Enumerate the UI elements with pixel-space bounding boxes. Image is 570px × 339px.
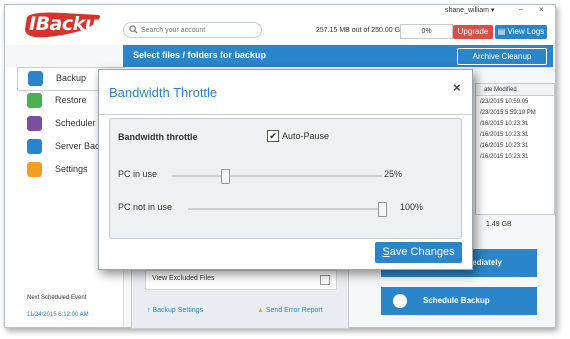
schedule-icon <box>393 294 407 308</box>
sidebar-item-label: Restore <box>55 95 87 105</box>
server-icon <box>27 139 42 154</box>
throttle-heading: Bandwidth throttle <box>118 132 198 142</box>
search-input[interactable] <box>141 23 256 37</box>
table-row[interactable]: /16/2015 10:23:31 <box>476 152 554 163</box>
backup-cloud-icon <box>28 71 43 86</box>
save-changes-button[interactable]: Save Changes <box>375 242 462 263</box>
view-logs-button[interactable]: ▤ View Logs <box>495 25 547 39</box>
pc-in-use-slider-thumb[interactable] <box>220 169 230 184</box>
backup-settings-link[interactable]: ↑ Backup Settings <box>147 307 203 314</box>
arrow-up-icon: ↑ <box>147 307 151 314</box>
clock-icon <box>27 116 42 131</box>
view-logs-label: View Logs <box>507 27 545 36</box>
sidebar-item-label: Settings <box>55 164 88 174</box>
minimize-button[interactable]: – <box>519 5 523 14</box>
bandwidth-throttle-dialog: Bandwidth Throttle × Bandwidth throttle … <box>98 69 473 270</box>
search-field[interactable] <box>123 22 262 38</box>
sidebar-item-label: Backup <box>56 73 87 83</box>
logs-icon: ▤ <box>497 27 506 36</box>
save-label-rest: ave Changes <box>389 246 455 258</box>
pc-not-in-use-slider-thumb[interactable] <box>378 202 387 217</box>
storage-progress: 0% <box>400 24 453 39</box>
table-row[interactable]: /16/2015 10:23:31 <box>476 141 554 152</box>
schedule-backup-button[interactable]: Schedule Backup <box>381 287 537 315</box>
restore-cloud-icon <box>27 93 42 108</box>
table-row[interactable]: /16/2015 10:23:31 <box>476 119 554 130</box>
gear-icon <box>27 162 42 177</box>
upgrade-button[interactable]: Upgrade <box>453 25 493 39</box>
window-controls: – × <box>505 5 553 17</box>
auto-pause-label[interactable]: Auto-Pause <box>282 131 329 141</box>
username: shane_william <box>445 7 489 14</box>
save-mnemonic: S <box>382 246 390 258</box>
pc-in-use-label: PC in use <box>118 169 158 179</box>
pc-not-in-use-label: PC not in use <box>118 202 173 212</box>
section-title: Select files / folders for backup <box>133 50 267 60</box>
close-icon[interactable]: × <box>453 80 461 95</box>
total-size: 1.49 GB <box>486 221 512 228</box>
pc-not-in-use-slider-track[interactable] <box>188 208 382 210</box>
dialog-title: Bandwidth Throttle <box>109 85 218 100</box>
archive-cleanup-button[interactable]: Archive Cleanup <box>457 48 547 65</box>
close-window-button[interactable]: × <box>539 5 544 14</box>
throttle-settings-panel: Bandwidth throttle ✔ Auto-Pause PC in us… <box>109 118 462 239</box>
chevron-down-icon: ▾ <box>490 7 495 14</box>
schedule-backup-label: Schedule Backup <box>423 296 490 305</box>
backup-settings-label: Backup Settings <box>152 307 204 314</box>
user-menu[interactable]: shane_william ▾ <box>445 6 494 14</box>
next-event-value: 11/24/2015 6:12:00 AM <box>27 312 89 318</box>
pc-not-in-use-value: 100% <box>400 202 424 212</box>
table-row[interactable]: /16/2015 10:23:31 <box>476 130 554 141</box>
top-bar: IBackup shane_william ▾ – × 257.15 MB ou… <box>5 5 555 45</box>
auto-pause-checkbox[interactable]: ✔ <box>267 130 279 142</box>
view-excluded-label: View Excluded Files <box>152 275 215 282</box>
open-icon <box>320 275 330 285</box>
dialog-divider <box>99 114 472 115</box>
warning-icon: ▲ <box>257 307 264 314</box>
sidebar-item-label: Scheduler <box>55 118 96 128</box>
pc-in-use-value: 25% <box>384 169 403 179</box>
view-excluded-files-button[interactable]: View Excluded Files <box>145 270 337 290</box>
app-logo: IBackup <box>23 11 111 41</box>
sidebar-item-label: Server Back <box>55 141 105 151</box>
search-icon <box>129 25 138 34</box>
storage-usage: 257.15 MB out of 250.00 GB <box>316 27 405 34</box>
pc-in-use-slider-track[interactable] <box>172 175 382 177</box>
table-row[interactable]: /23/2015 10:59:05 <box>476 97 554 108</box>
next-event-label: Next Scheduled Event <box>27 295 87 301</box>
table-row[interactable]: /23/2015 5:59:19 PM <box>476 108 554 119</box>
send-error-report-link[interactable]: ▲ Send Error Report <box>257 307 323 314</box>
send-error-label: Send Error Report <box>265 307 323 314</box>
app-logo-text: IBackup <box>29 13 111 35</box>
file-table: ate Modified /23/2015 10:59:05 /23/2015 … <box>475 83 555 215</box>
column-header-date-modified[interactable]: ate Modified <box>476 84 554 96</box>
section-header: Select files / folders for backup Archiv… <box>123 45 553 67</box>
